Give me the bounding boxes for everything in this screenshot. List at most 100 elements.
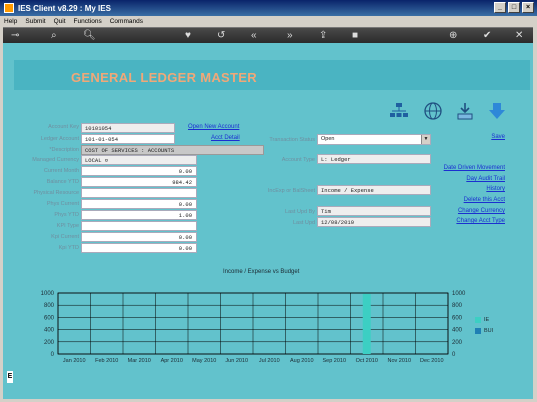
phys-current-label: Phys Current	[46, 201, 79, 207]
account-key-field: 10101054	[81, 123, 175, 133]
incexp-balsheet-field: Income / Expense	[317, 185, 431, 195]
rewind-icon[interactable]: «	[251, 30, 257, 42]
window-controls: _ □ ×	[494, 2, 534, 13]
kpi-type-field[interactable]	[81, 221, 197, 231]
x-tick-label: Dec 2010	[420, 358, 444, 364]
x-tick-label: Oct 2010	[356, 358, 378, 364]
kpi-current-field: 0.00	[81, 232, 197, 242]
menu-functions[interactable]: Functions	[74, 18, 102, 25]
fast-forward-icon[interactable]: »	[287, 30, 293, 42]
search-icon[interactable]: 🔍︎	[83, 30, 96, 42]
last-upd-label: Last Upd	[292, 220, 315, 226]
x-tick-label: Aug 2010	[290, 358, 314, 364]
x-tick-label: Mar 2010	[128, 358, 151, 364]
change-currency-link[interactable]: Change Currency	[458, 208, 505, 214]
legend-swatch-bui	[475, 328, 481, 334]
y-tick-label-right: 1000	[452, 291, 466, 297]
chevron-down-icon[interactable]: ▼	[421, 135, 430, 144]
y-tick-label-left: 0	[51, 352, 55, 358]
plus-icon[interactable]: ⊕	[449, 30, 457, 42]
menu-commands[interactable]: Commands	[110, 18, 143, 25]
org-chart-icon[interactable]	[389, 101, 409, 121]
kpi-current-label: Kpi Current	[51, 234, 79, 240]
bar-ie	[362, 293, 371, 354]
managed-currency-label: Managed Currency	[32, 157, 79, 163]
x-tick-label: Apr 2010	[161, 358, 183, 364]
legend-swatch-ie	[475, 317, 481, 323]
save-link[interactable]: Save	[491, 134, 505, 140]
menu-bar: Help Submit Quit Functions Commands	[0, 16, 537, 27]
incexp-balsheet-label: IncExp or BalSheet	[267, 188, 315, 194]
managed-currency-field: LOCAL ¤	[81, 155, 197, 165]
check-icon[interactable]: ✔	[483, 30, 491, 42]
phys-current-field: 0.00	[81, 199, 197, 209]
stop-icon[interactable]: ■	[352, 30, 358, 42]
day-audit-trail-link[interactable]: Day Audit Trail	[466, 176, 505, 182]
menu-submit[interactable]: Submit	[25, 18, 45, 25]
last-upd-by-field: Tim	[317, 206, 431, 216]
legend-item-ie: IE	[475, 317, 489, 323]
main-content: GENERAL LEDGER MASTER Account Key 101010…	[3, 43, 533, 399]
side-marker: E	[7, 371, 13, 383]
legend-label-bui: BUI	[484, 328, 494, 334]
current-month-label: Current Month	[43, 168, 79, 174]
account-key-label: Account Key	[48, 124, 79, 130]
change-acct-type-link[interactable]: Change Acct Type	[456, 218, 505, 224]
globe-icon[interactable]	[423, 101, 443, 121]
close-icon[interactable]: ✕	[515, 30, 523, 42]
date-driven-movement-link[interactable]: Date Driven Movement	[444, 165, 505, 171]
x-tick-label: Jan 2010	[63, 358, 86, 364]
application-window: IES Client v8.29 : My IES _ □ × Help Sub…	[0, 0, 537, 402]
delete-this-acct-link[interactable]: Delete this Acct	[464, 197, 505, 203]
legend-item-bui: BUI	[475, 328, 493, 334]
maximize-button[interactable]: □	[508, 2, 520, 13]
kpi-ytd-label: Kpi YTD	[58, 245, 79, 251]
ledger-account-label: Ledger Account	[40, 136, 79, 142]
phys-ytd-field: 1.00	[81, 210, 197, 220]
x-tick-label: Feb 2010	[95, 358, 118, 364]
key-icon[interactable]: ⊸	[11, 30, 19, 42]
close-window-button[interactable]: ×	[522, 2, 534, 13]
chart-title: Income / Expense vs Budget	[223, 269, 300, 275]
x-tick-label: Sep 2010	[322, 358, 346, 364]
transaction-status-label: Transaction Status	[269, 137, 315, 143]
balance-ytd-label: Balance YTD	[46, 179, 79, 185]
transaction-status-select[interactable]: Open ▼	[317, 134, 431, 145]
current-month-field: 0.00	[81, 166, 197, 176]
title-bar: IES Client v8.29 : My IES _ □ ×	[0, 0, 537, 16]
last-upd-by-label: Last Upd By	[285, 209, 315, 215]
account-type-field: L: Ledger	[317, 154, 431, 164]
acct-detail-link[interactable]: Acct Detail	[211, 135, 240, 141]
toolbar: ⊸ ⌕ 🔍︎ ♥ ↺ « » ⇪ ■ ⊕ ✔ ✕	[3, 27, 533, 43]
minimize-button[interactable]: _	[494, 2, 506, 13]
y-tick-label-left: 600	[44, 315, 55, 321]
export-icon[interactable]: ⇪	[319, 30, 327, 42]
menu-help[interactable]: Help	[4, 18, 17, 25]
search-icon[interactable]: ⌕	[51, 30, 57, 42]
download-tray-icon[interactable]	[455, 101, 475, 121]
heart-icon[interactable]: ♥	[185, 30, 191, 42]
down-arrow-icon[interactable]	[487, 101, 507, 121]
undo-icon[interactable]: ↺	[217, 30, 225, 42]
history-link[interactable]: History	[486, 186, 505, 192]
physical-resource-label: Physical Resource	[33, 190, 79, 196]
y-tick-label-right: 600	[452, 315, 463, 321]
menu-quit[interactable]: Quit	[54, 18, 66, 25]
y-tick-label-left: 200	[44, 340, 55, 346]
ledger-account-field[interactable]: 101-01-054	[81, 134, 175, 144]
y-tick-label-left: 800	[44, 303, 55, 309]
description-label: *Description	[49, 147, 79, 153]
physical-resource-field[interactable]	[81, 188, 197, 198]
x-tick-label: Jun 2010	[225, 358, 248, 364]
legend-label-ie: IE	[484, 317, 490, 323]
income-expense-chart: 0 0 200 200 400 400 600 600 800 800 1000 1000 Jan 20…	[41, 291, 466, 364]
open-new-account-link[interactable]: Open New Account	[188, 124, 239, 130]
last-upd-field: 12/08/2010	[317, 217, 431, 227]
y-tick-label-right: 200	[452, 340, 463, 346]
description-field[interactable]: COST OF SERVICES : ACCOUNTS	[81, 145, 264, 155]
x-tick-label: Nov 2010	[387, 358, 411, 364]
y-tick-label-right: 0	[452, 352, 456, 358]
y-tick-label-left: 400	[44, 328, 55, 334]
y-tick-label-left: 1000	[41, 291, 55, 297]
kpi-type-label: KPI Type	[56, 223, 79, 229]
